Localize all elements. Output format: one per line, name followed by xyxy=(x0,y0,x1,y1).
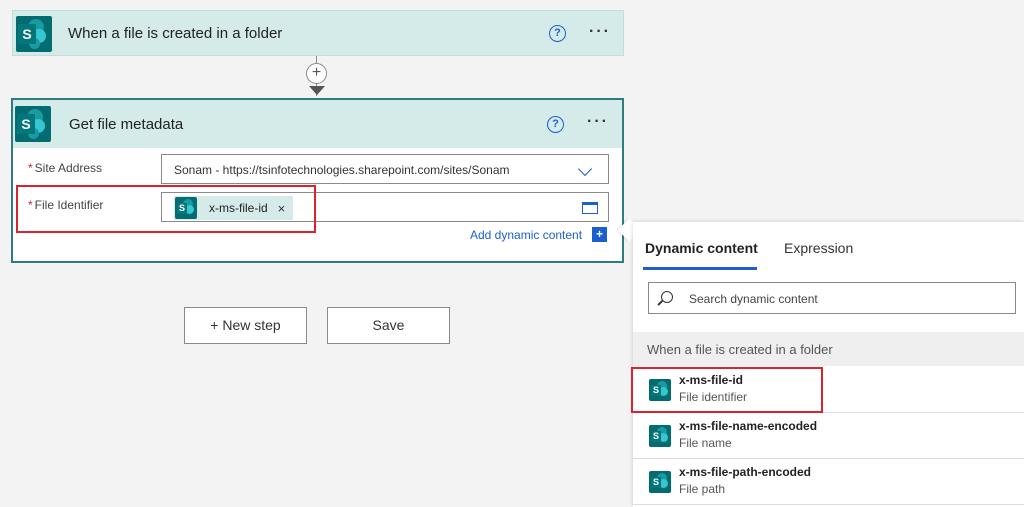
new-step-button[interactable]: + New step xyxy=(184,307,307,344)
list-item[interactable]: S x-ms-file-path-encoded File path xyxy=(633,459,1024,505)
item-name: x-ms-file-path-encoded xyxy=(679,465,812,479)
item-desc: File name xyxy=(679,436,732,450)
trigger-title: When a file is created in a folder xyxy=(68,25,283,42)
more-options-icon[interactable]: ··· xyxy=(589,23,611,41)
arrow-down-icon xyxy=(309,86,325,95)
site-address-value: Sonam - https://tsinfotechnologies.share… xyxy=(174,163,510,177)
active-tab-indicator xyxy=(643,267,757,270)
sharepoint-icon: S xyxy=(649,425,671,447)
list-item[interactable]: S x-ms-file-name-encoded File name xyxy=(633,413,1024,459)
insert-step-button[interactable]: + xyxy=(306,63,327,84)
help-icon[interactable]: ? xyxy=(549,25,566,42)
add-dynamic-content-icon[interactable]: + xyxy=(592,227,607,242)
action-card-header[interactable]: S Get file metadata ? ··· xyxy=(13,100,622,148)
site-address-select[interactable]: Sonam - https://tsinfotechnologies.share… xyxy=(161,154,609,184)
trigger-card[interactable]: S When a file is created in a folder ? ·… xyxy=(12,10,624,56)
search-icon xyxy=(661,291,673,303)
chevron-down-icon[interactable] xyxy=(577,161,593,177)
help-icon[interactable]: ? xyxy=(547,116,564,133)
tab-dynamic-content[interactable]: Dynamic content xyxy=(645,240,758,256)
item-desc: File path xyxy=(679,482,726,496)
more-options-icon[interactable]: ··· xyxy=(587,113,609,131)
sharepoint-icon: S xyxy=(649,471,671,493)
folder-icon[interactable] xyxy=(582,202,598,214)
search-placeholder: Search dynamic content xyxy=(689,292,818,306)
section-header: When a file is created in a folder xyxy=(633,332,1024,366)
search-input[interactable]: Search dynamic content xyxy=(648,282,1016,314)
add-dynamic-content-link[interactable]: Add dynamic content xyxy=(470,228,582,242)
dynamic-content-panel: Dynamic content Expression Search dynami… xyxy=(633,222,1024,507)
action-title: Get file metadata xyxy=(69,116,184,133)
sharepoint-icon: S xyxy=(16,16,52,52)
item-name: x-ms-file-name-encoded xyxy=(679,419,818,433)
save-button[interactable]: Save xyxy=(327,307,450,344)
site-address-label: * Site Address xyxy=(28,161,103,175)
tab-expression[interactable]: Expression xyxy=(784,240,853,256)
highlight-box xyxy=(16,185,316,233)
highlight-box xyxy=(631,367,823,413)
action-card: S Get file metadata ? ··· * Site Address … xyxy=(11,98,624,263)
sharepoint-icon: S xyxy=(15,106,51,142)
